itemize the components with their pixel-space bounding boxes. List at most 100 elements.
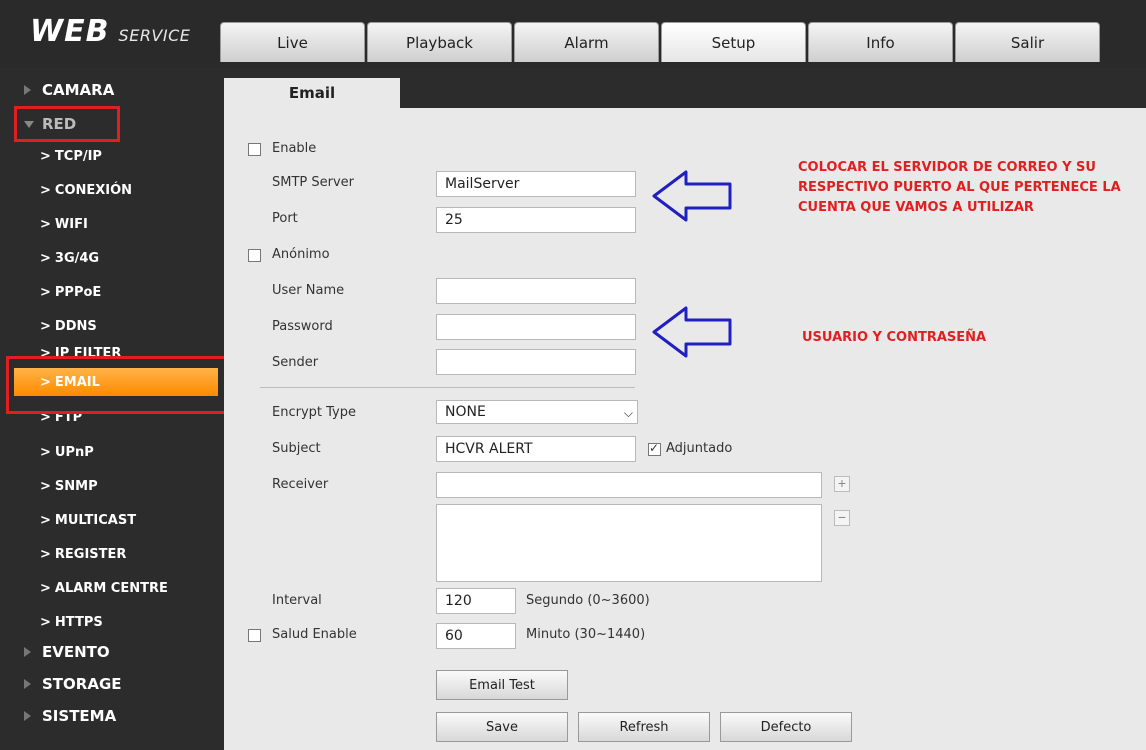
tab-live[interactable]: Live	[220, 22, 365, 62]
sidebar-item-multicast[interactable]: > MULTICAST	[0, 506, 224, 534]
chevron-right-icon: >	[40, 512, 51, 528]
app-logo: WEB SERVICE	[30, 14, 190, 49]
highlight-box-red	[14, 106, 120, 142]
sidebar-item-label: WIFI	[54, 216, 88, 232]
sidebar-item-evento[interactable]: EVENTO	[0, 638, 224, 666]
content-tab-bar: Email	[224, 78, 1146, 108]
email-test-button[interactable]: Email Test	[436, 670, 568, 700]
sidebar-item-register[interactable]: > REGISTER	[0, 540, 224, 568]
subject-label: Subject	[272, 441, 321, 456]
sidebar-item-label: MULTICAST	[54, 512, 137, 528]
sidebar-item-snmp[interactable]: > SNMP	[0, 472, 224, 500]
tab-email[interactable]: Email	[224, 78, 400, 108]
chevron-right-icon: >	[40, 478, 51, 494]
sidebar-item-label: EVENTO	[42, 643, 110, 661]
receiver-label: Receiver	[272, 477, 329, 492]
sidebar-item-ddns[interactable]: > DDNS	[0, 312, 224, 340]
sidebar-item-pppoe[interactable]: > PPPoE	[0, 278, 224, 306]
chevron-right-icon: >	[40, 182, 51, 198]
enable-checkbox[interactable]	[248, 143, 261, 156]
password-input[interactable]	[436, 314, 636, 340]
encrypt-type-select[interactable]: NONE ⌵	[436, 400, 638, 424]
health-enable-label: Salud Enable	[272, 627, 357, 642]
port-label: Port	[272, 211, 298, 226]
refresh-button[interactable]: Refresh	[578, 712, 710, 742]
chevron-right-icon: >	[40, 284, 51, 300]
sidebar-item-upnp[interactable]: > UPnP	[0, 438, 224, 466]
enable-label: Enable	[272, 141, 317, 156]
user-name-input[interactable]	[436, 278, 636, 304]
user-annotation-note: USUARIO Y CONTRASEÑA	[802, 330, 987, 345]
chevron-right-icon: >	[40, 250, 51, 266]
sender-label: Sender	[272, 355, 319, 370]
chevron-right-icon: >	[40, 148, 51, 164]
smtp-server-input[interactable]: MailServer	[436, 171, 636, 197]
section-divider	[260, 387, 635, 388]
sidebar-item-label: CAMARA	[42, 81, 115, 99]
receiver-input[interactable]	[436, 472, 822, 498]
port-input[interactable]: 25	[436, 207, 636, 233]
subject-input[interactable]: HCVR ALERT	[436, 436, 636, 462]
smtp-server-label: SMTP Server	[272, 175, 355, 190]
interval-label: Interval	[272, 593, 322, 608]
attachment-label: Adjuntado	[666, 441, 733, 456]
collapsed-arrow-icon	[24, 647, 31, 657]
top-bar: WEB SERVICE Live Playback Alarm Setup In…	[0, 0, 1146, 68]
chevron-right-icon: >	[40, 580, 51, 596]
sidebar-item-label: HTTPS	[54, 614, 103, 630]
sidebar-item-label: SISTEMA	[42, 707, 117, 725]
sidebar-item-sistema[interactable]: SISTEMA	[0, 702, 224, 730]
chevron-right-icon: >	[40, 444, 51, 460]
user-name-label: User Name	[272, 283, 345, 298]
highlight-box-email	[6, 356, 234, 414]
chevron-down-icon: ⌵	[623, 406, 633, 420]
collapsed-arrow-icon	[24, 679, 31, 689]
sidebar-item-tcpip[interactable]: > TCP/IP	[0, 142, 224, 170]
logo-main: WEB	[30, 14, 110, 49]
sidebar-item-alarm-centre[interactable]: > ALARM CENTRE	[0, 574, 224, 602]
sidebar-item-conexion[interactable]: > CONEXIÓN	[0, 176, 224, 204]
main-content: Email Enable SMTP Server MailServer Port…	[224, 78, 1146, 750]
tab-alarm[interactable]: Alarm	[514, 22, 659, 62]
sidebar-item-label: STORAGE	[42, 675, 122, 693]
tab-setup[interactable]: Setup	[661, 22, 806, 62]
health-interval-input[interactable]: 60	[436, 623, 516, 649]
sidebar-item-storage[interactable]: STORAGE	[0, 670, 224, 698]
health-enable-checkbox[interactable]	[248, 629, 261, 642]
tab-playback[interactable]: Playback	[367, 22, 512, 62]
collapsed-arrow-icon	[24, 85, 31, 95]
encrypt-type-label: Encrypt Type	[272, 405, 356, 420]
sidebar-item-label: REGISTER	[54, 546, 127, 562]
receiver-list[interactable]	[436, 504, 822, 582]
interval-input[interactable]: 120	[436, 588, 516, 614]
default-button[interactable]: Defecto	[720, 712, 852, 742]
sidebar-item-label: TCP/IP	[54, 148, 102, 164]
chevron-right-icon: >	[40, 546, 51, 562]
sidebar-item-wifi[interactable]: > WIFI	[0, 210, 224, 238]
sidebar-item-https[interactable]: > HTTPS	[0, 608, 224, 636]
arrow-left-icon	[652, 170, 732, 222]
collapsed-arrow-icon	[24, 711, 31, 721]
tab-salir[interactable]: Salir	[955, 22, 1100, 62]
tab-info[interactable]: Info	[808, 22, 953, 62]
sidebar-item-label: DDNS	[54, 318, 97, 334]
save-button[interactable]: Save	[436, 712, 568, 742]
arrow-left-icon	[652, 306, 732, 358]
anonymous-checkbox[interactable]	[248, 249, 261, 262]
attachment-checkbox[interactable]	[648, 441, 661, 456]
remove-receiver-button[interactable]: −	[834, 510, 850, 526]
sender-input[interactable]	[436, 349, 636, 375]
sidebar-item-camara[interactable]: CAMARA	[0, 76, 224, 104]
anonymous-label: Anónimo	[272, 247, 330, 262]
main-tabs: Live Playback Alarm Setup Info Salir	[220, 22, 1102, 62]
sidebar-item-label: UPnP	[54, 444, 94, 460]
sidebar-item-label: SNMP	[54, 478, 98, 494]
health-interval-unit: Minuto (30~1440)	[526, 627, 646, 642]
logo-sub: SERVICE	[118, 26, 191, 45]
chevron-right-icon: >	[40, 318, 51, 334]
sidebar-item-3g4g[interactable]: >3G/4G	[0, 244, 224, 272]
server-annotation-note: COLOCAR EL SERVIDOR DE CORREO Y SU RESPE…	[798, 160, 1121, 215]
encrypt-type-value: NONE	[445, 404, 486, 420]
add-receiver-button[interactable]: +	[834, 476, 850, 492]
sidebar-item-label: CONEXIÓN	[54, 182, 133, 198]
